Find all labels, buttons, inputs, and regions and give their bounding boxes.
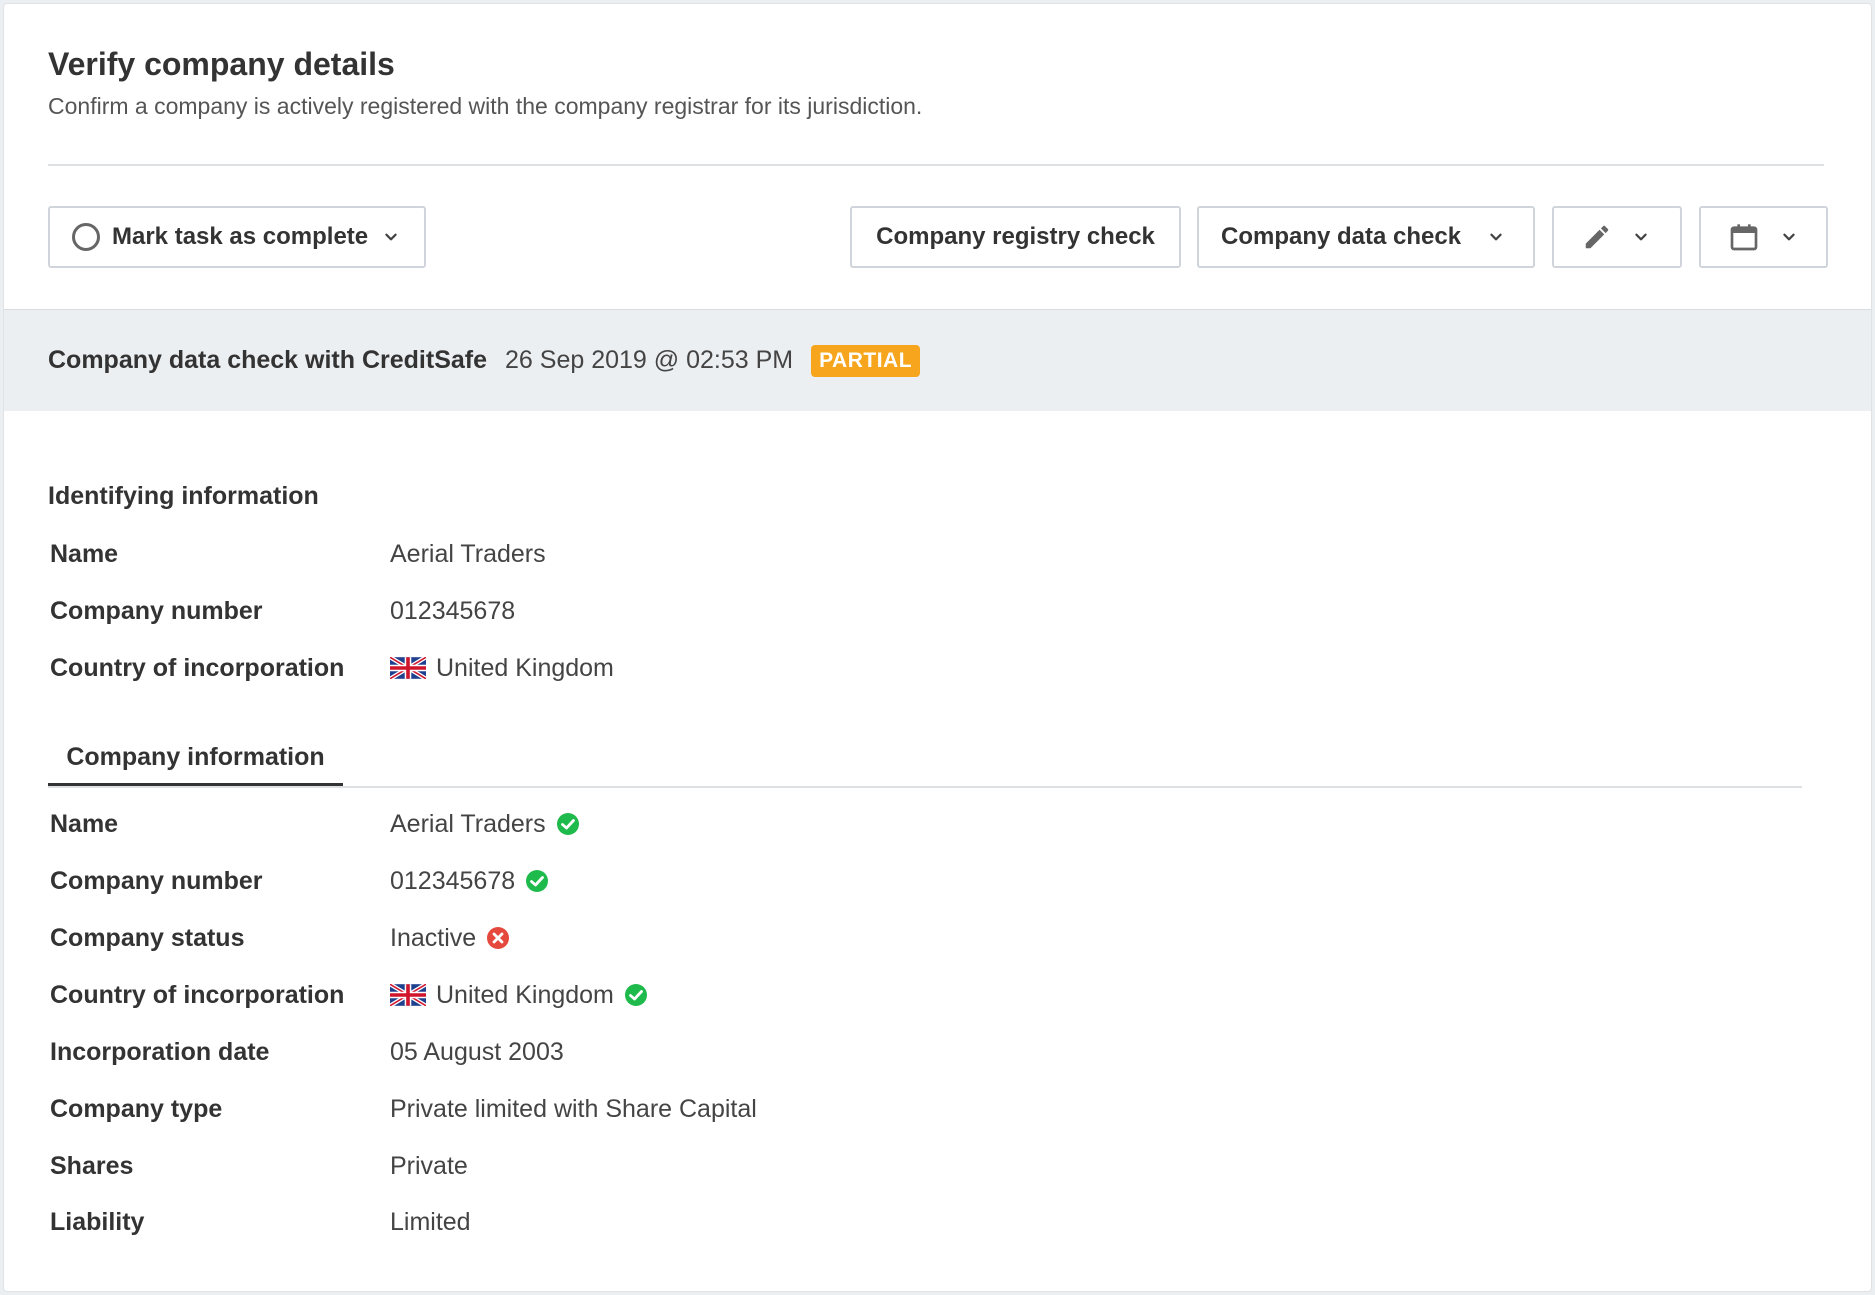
field-value: 012345678 [390, 866, 516, 895]
mark-task-complete-button[interactable]: Mark task as complete [48, 206, 426, 268]
page-header: Verify company details Confirm a company… [48, 44, 1828, 122]
company-registry-check-button[interactable]: Company registry check [850, 206, 1181, 268]
field-value: United Kingdom [436, 653, 614, 682]
field-label: Liability [50, 1207, 145, 1236]
chevron-down-icon [1485, 226, 1507, 248]
company-row: Shares Private [50, 1146, 1750, 1186]
company-row: Company number 012345678 [50, 861, 1750, 901]
uk-flag-icon [390, 657, 426, 679]
field-value: Aerial Traders [390, 539, 546, 568]
calendar-icon [1730, 224, 1757, 251]
field-label: Company number [50, 866, 263, 895]
field-label: Company status [50, 923, 245, 952]
field-label: Country of incorporation [50, 653, 345, 682]
company-data-check-button[interactable]: Company data check [1197, 206, 1535, 268]
field-label: Incorporation date [50, 1037, 270, 1066]
field-label: Shares [50, 1151, 134, 1180]
tab-bar: Company information [48, 732, 1802, 788]
check-summary-band: Company data check with CreditSafe 26 Se… [4, 309, 1871, 411]
mark-task-complete-label: Mark task as complete [112, 223, 369, 250]
field-label: Name [50, 539, 119, 568]
company-row: Company status Inactive [50, 918, 1750, 958]
field-label: Company number [50, 596, 263, 625]
identifying-row: Company number 012345678 [50, 591, 1750, 631]
pencil-icon [1585, 225, 1609, 249]
uk-flag-icon [390, 984, 426, 1006]
field-label: Name [50, 809, 119, 838]
circle-icon [72, 223, 100, 251]
error-circle-icon [486, 926, 510, 950]
company-row: Name Aerial Traders [50, 804, 1750, 844]
field-value: United Kingdom [436, 980, 614, 1009]
schedule-menu-button[interactable] [1699, 206, 1828, 268]
chevron-down-icon [1778, 226, 1800, 248]
identifying-row: Country of incorporation United Kingdom [50, 648, 1750, 688]
header-divider [48, 164, 1824, 166]
field-label: Country of incorporation [50, 980, 345, 1009]
tab-company-information[interactable]: Company information [48, 732, 343, 786]
company-row: Liability Limited [50, 1202, 1750, 1242]
check-circle-icon [624, 983, 648, 1007]
company-registry-check-label: Company registry check [876, 223, 1155, 250]
field-value: Aerial Traders [390, 809, 546, 838]
page-title: Verify company details [48, 46, 395, 82]
status-badge: PARTIAL [811, 344, 921, 377]
page-subtitle: Confirm a company is actively registered… [48, 93, 923, 119]
chevron-down-icon [1630, 226, 1652, 248]
check-timestamp: 26 Sep 2019 @ 02:53 PM [505, 346, 794, 374]
field-value: 012345678 [390, 596, 516, 625]
company-row: Incorporation date 05 August 2003 [50, 1032, 1750, 1072]
task-panel: Verify company details Confirm a company… [3, 3, 1872, 1292]
field-value: Private limited with Share Capital [390, 1094, 757, 1123]
field-value: Private [390, 1151, 468, 1180]
check-title: Company data check with CreditSafe [48, 346, 488, 374]
company-row: Country of incorporation United Kingdom [50, 975, 1750, 1015]
company-data-check-label: Company data check [1221, 223, 1462, 250]
field-value: 05 August 2003 [390, 1037, 564, 1066]
company-row: Company type Private limited with Share … [50, 1089, 1750, 1129]
field-value: Inactive [390, 923, 477, 952]
chevron-down-icon [380, 226, 402, 248]
identifying-section-title: Identifying information [48, 482, 319, 510]
field-label: Company type [50, 1094, 223, 1123]
check-circle-icon [556, 812, 580, 836]
check-circle-icon [525, 869, 549, 893]
field-value: Limited [390, 1207, 471, 1236]
identifying-row: Name Aerial Traders [50, 534, 1750, 574]
edit-menu-button[interactable] [1552, 206, 1682, 268]
